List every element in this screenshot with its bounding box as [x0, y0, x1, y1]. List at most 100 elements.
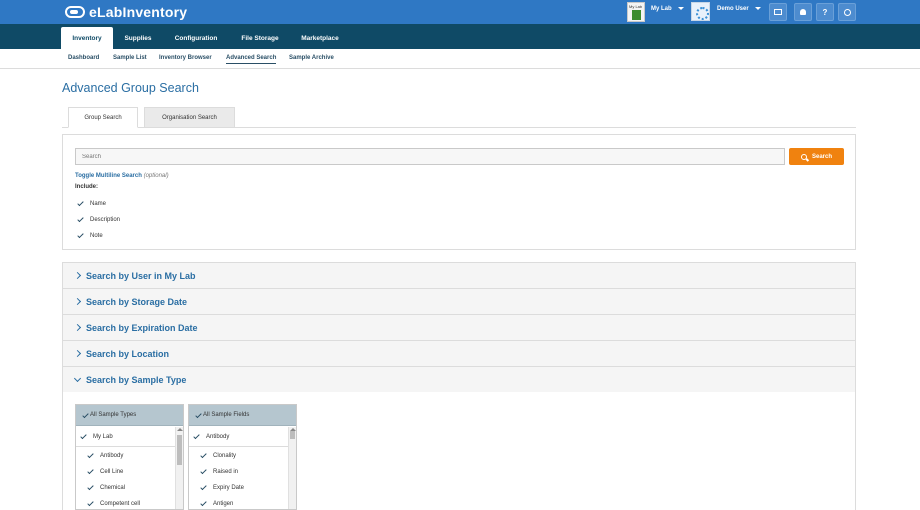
- nav-tab-marketplace[interactable]: Marketplace: [294, 27, 346, 49]
- accordion-label: Search by Location: [86, 348, 170, 359]
- accordion-label: Search by Expiration Date: [86, 322, 198, 333]
- list-item-label: Cell Line: [100, 468, 124, 475]
- scrollbar[interactable]: [175, 427, 183, 509]
- list-item-label: Raised in: [213, 468, 239, 475]
- checkmark-icon: [200, 500, 207, 507]
- tab-organisation-search[interactable]: Organisation Search: [144, 107, 235, 128]
- scrollbar-thumb[interactable]: [177, 435, 182, 465]
- all-sample-fields-checkbox[interactable]: All Sample Fields: [189, 405, 296, 426]
- chevron-down-icon: [73, 374, 82, 382]
- logo-icon: [65, 6, 85, 18]
- checkmark-icon: [87, 500, 94, 507]
- list-item[interactable]: Raised in: [200, 468, 238, 475]
- nav-tab-file-storage[interactable]: File Storage: [234, 27, 286, 49]
- sample-type-panel: All Sample Types My Lab Antibody Cell Li…: [62, 392, 856, 510]
- include-option-label: Name: [90, 200, 107, 207]
- subnav-sample-list[interactable]: Sample List: [113, 55, 147, 61]
- search-tabs: Group Search Organisation Search: [62, 107, 856, 128]
- list-header-label: All Sample Fields: [203, 412, 250, 418]
- search-button[interactable]: Search: [789, 148, 844, 165]
- app-logo[interactable]: eLabInventory: [65, 3, 187, 21]
- checkmark-icon: [200, 484, 207, 491]
- list-item-label: Antigen: [213, 500, 234, 507]
- checkmark-icon: [195, 412, 202, 419]
- include-description-checkbox[interactable]: Description: [77, 216, 120, 223]
- accordion-sample-type[interactable]: Search by Sample Type: [63, 367, 855, 393]
- list-divider: [76, 446, 176, 447]
- checkmark-icon: [87, 484, 94, 491]
- caret-down-icon: [677, 6, 684, 10]
- sample-type-group[interactable]: My Lab: [80, 433, 113, 440]
- nav-tab-inventory[interactable]: Inventory: [61, 27, 113, 49]
- list-item[interactable]: Expiry Date: [200, 484, 244, 491]
- list-item-label: My Lab: [93, 433, 113, 440]
- accordion-expiration-date[interactable]: Search by Expiration Date: [63, 315, 855, 341]
- sub-nav: Dashboard Sample List Inventory Browser …: [0, 49, 920, 69]
- list-item-label: Expiry Date: [213, 484, 245, 491]
- notifications-button[interactable]: [794, 3, 812, 21]
- search-panel: Search Toggle Multiline Search (optional…: [62, 134, 856, 250]
- include-note-checkbox[interactable]: Note: [77, 232, 103, 239]
- all-sample-types-checkbox[interactable]: All Sample Types: [76, 405, 183, 426]
- search-icon: [800, 153, 807, 160]
- lab-dropdown[interactable]: My Lab: [651, 6, 684, 12]
- user-dropdown[interactable]: Demo User: [717, 6, 761, 12]
- chevron-right-icon: [73, 349, 82, 358]
- app-name: eLabInventory: [89, 4, 188, 20]
- checkmark-icon: [80, 433, 87, 440]
- scrollbar-thumb[interactable]: [290, 431, 295, 439]
- logout-button[interactable]: [838, 3, 856, 21]
- list-item[interactable]: Antibody: [87, 452, 123, 459]
- scroll-up-icon: [177, 428, 183, 431]
- storage-button[interactable]: [769, 3, 787, 21]
- checkmark-icon: [77, 200, 84, 207]
- list-item[interactable]: Antigen: [200, 500, 233, 507]
- help-button[interactable]: ?: [816, 3, 834, 21]
- accordion-user-in-lab[interactable]: Search by User in My Lab: [63, 263, 855, 289]
- scrollbar[interactable]: [288, 427, 296, 509]
- user-dropdown-label: Demo User: [717, 6, 749, 12]
- search-input[interactable]: [75, 148, 785, 165]
- list-header-label: All Sample Types: [90, 412, 137, 418]
- checkmark-icon: [87, 452, 94, 459]
- tab-group-search[interactable]: Group Search: [68, 107, 138, 128]
- lab-thumbnail-image: [632, 10, 641, 20]
- checkmark-icon: [82, 412, 89, 419]
- lab-thumbnail[interactable]: My Lab: [627, 2, 645, 22]
- toggle-multiline-link[interactable]: Toggle Multiline Search (optional): [75, 173, 169, 179]
- top-bar: eLabInventory My Lab My Lab Demo User ?: [0, 0, 920, 24]
- accordion-storage-date[interactable]: Search by Storage Date: [63, 289, 855, 315]
- subnav-dashboard[interactable]: Dashboard: [68, 55, 99, 61]
- subnav-sample-archive[interactable]: Sample Archive: [289, 55, 334, 61]
- nav-tab-supplies[interactable]: Supplies: [118, 27, 158, 49]
- user-avatar[interactable]: [691, 2, 710, 21]
- caret-down-icon: [754, 6, 761, 10]
- accordion-location[interactable]: Search by Location: [63, 341, 855, 367]
- power-icon: [843, 8, 851, 16]
- list-item-label: Competent cell: [100, 500, 141, 507]
- list-item-label: Antibody: [100, 452, 124, 459]
- chevron-right-icon: [73, 271, 82, 280]
- list-item[interactable]: Clonality: [200, 452, 236, 459]
- include-name-checkbox[interactable]: Name: [77, 200, 106, 207]
- checkmark-icon: [200, 452, 207, 459]
- list-item[interactable]: Cell Line: [87, 468, 123, 475]
- checkmark-icon: [87, 468, 94, 475]
- subnav-advanced-search[interactable]: Advanced Search: [226, 55, 277, 64]
- include-option-label: Note: [90, 232, 103, 239]
- list-item[interactable]: Competent cell: [87, 500, 140, 507]
- list-item-label: Antibody: [206, 433, 230, 440]
- accordion-label: Search by Sample Type: [86, 374, 187, 385]
- chevron-right-icon: [73, 297, 82, 306]
- lab-dropdown-label: My Lab: [651, 6, 672, 12]
- help-icon: ?: [822, 7, 828, 17]
- nav-tab-configuration[interactable]: Configuration: [166, 27, 226, 49]
- checkmark-icon: [200, 468, 207, 475]
- lab-thumbnail-label: My Lab: [629, 4, 643, 9]
- sample-types-list: All Sample Types My Lab Antibody Cell Li…: [75, 404, 184, 510]
- subnav-inventory-browser[interactable]: Inventory Browser: [159, 55, 212, 61]
- search-filters-accordion: Search by User in My Lab Search by Stora…: [62, 262, 856, 394]
- list-item[interactable]: Chemical: [87, 484, 125, 491]
- sample-field-group[interactable]: Antibody: [193, 433, 229, 440]
- list-divider: [189, 446, 289, 447]
